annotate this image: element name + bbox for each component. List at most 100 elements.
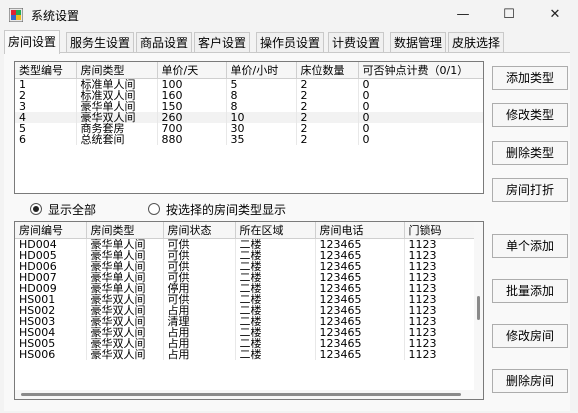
tab-data-management[interactable]: 数据管理: [390, 32, 447, 53]
table-cell: 二楼: [235, 261, 316, 272]
table-cell: 二楼: [235, 272, 316, 283]
table-cell: 0: [358, 112, 483, 123]
table-row[interactable]: HS001 豪华双人间 可供 二楼 123465 1123: [15, 294, 483, 305]
table-cell: 2: [296, 90, 359, 101]
tab-operator-settings[interactable]: 操作员设置: [256, 32, 325, 53]
table-cell: 二楼: [235, 283, 316, 294]
add-type-button[interactable]: 添加类型: [492, 66, 568, 90]
column-header[interactable]: 房间类型: [86, 222, 164, 239]
close-button[interactable]: ✕: [532, 0, 578, 30]
table-cell: 豪华单人间: [76, 101, 158, 112]
table-row[interactable]: HS003 豪华双人间 清理 二楼 123465 1123: [15, 316, 483, 327]
column-header[interactable]: 类型编号: [15, 62, 77, 79]
table-row[interactable]: HD009 豪华单人间 停用 二楼 123465 1123: [15, 283, 483, 294]
room-grid[interactable]: 房间编号 房间类型 房间状态 所在区域 房间电话 门锁码 HD004 豪华单人间可…: [14, 221, 484, 400]
table-row[interactable]: HD004 豪华单人间 可供 二楼 123465 1123: [15, 238, 483, 250]
table-cell: 豪华单人间: [86, 261, 164, 272]
column-header[interactable]: 房间状态: [163, 222, 236, 239]
table-row[interactable]: HS004 豪华双人间 占用 二楼 123465 1123: [15, 327, 483, 338]
table-cell: 123465: [315, 338, 405, 349]
table-row[interactable]: HS006 豪华双人间 占用 二楼 123465 1123: [15, 349, 483, 360]
edit-room-button[interactable]: 修改房间: [492, 324, 568, 348]
table-row[interactable]: 5 商务套房 700 30 2 0: [15, 123, 483, 134]
table-cell: 2: [296, 134, 359, 145]
table-cell: 豪华单人间: [86, 238, 164, 250]
table-cell: 清理: [163, 316, 236, 327]
table-cell: 4: [15, 112, 77, 123]
room-grid-vertical-scrollbar[interactable]: [474, 222, 483, 399]
table-cell: 1123: [404, 261, 483, 272]
table-cell: HS005: [15, 338, 87, 349]
title-bar: 系统设置 — ☐ ✕: [0, 0, 578, 30]
room-discount-button[interactable]: 房间打折: [492, 178, 568, 202]
room-type-grid[interactable]: 类型编号 房间类型 单价/天 单价/小时 床位数量 可否钟点计费（0/1） 1标…: [14, 61, 484, 194]
column-header[interactable]: 所在区域: [235, 222, 316, 239]
table-cell: HS003: [15, 316, 87, 327]
table-cell: 二楼: [235, 305, 316, 316]
table-cell: 123465: [315, 316, 405, 327]
tab-billing-settings[interactable]: 计费设置: [328, 32, 385, 53]
table-cell: 标准双人间: [76, 90, 158, 101]
table-cell: HD005: [15, 250, 87, 261]
column-header[interactable]: 单价/天: [157, 62, 227, 79]
table-row[interactable]: HS005 豪华双人间 占用 二楼 123465 1123: [15, 338, 483, 349]
table-cell: 2: [296, 123, 359, 134]
column-header[interactable]: 房间类型: [76, 62, 158, 79]
table-cell: 1123: [404, 283, 483, 294]
table-cell: 160: [157, 90, 227, 101]
table-cell: 35: [226, 134, 297, 145]
table-cell: 豪华双人间: [86, 338, 164, 349]
maximize-button[interactable]: ☐: [486, 0, 532, 30]
column-header[interactable]: 门锁码: [404, 222, 483, 239]
edit-type-button[interactable]: 修改类型: [492, 103, 568, 127]
column-header[interactable]: 房间电话: [315, 222, 405, 239]
table-cell: 二楼: [235, 238, 316, 250]
tab-room-settings[interactable]: 房间设置: [4, 30, 61, 54]
table-row[interactable]: HD006 豪华单人间 可供 二楼 123465 1123: [15, 261, 483, 272]
tab-staff-settings[interactable]: 服务生设置: [66, 32, 135, 53]
room-grid-horizontal-scrollbar[interactable]: [15, 390, 483, 399]
table-cell: 123465: [315, 305, 405, 316]
column-header[interactable]: 可否钟点计费（0/1）: [358, 62, 483, 79]
table-cell: 10: [226, 112, 297, 123]
tab-customer-settings[interactable]: 客户设置: [194, 32, 251, 53]
table-cell: 700: [157, 123, 227, 134]
table-cell: 二楼: [235, 316, 316, 327]
delete-type-button[interactable]: 删除类型: [492, 141, 568, 165]
show-by-type-radio[interactable]: 按选择的房间类型显示: [148, 201, 286, 218]
table-row[interactable]: 1 标准单人间 100 5 2 0: [15, 78, 483, 90]
column-header[interactable]: 床位数量: [296, 62, 359, 79]
add-batch-rooms-button[interactable]: 批量添加: [492, 279, 568, 303]
table-row[interactable]: 2 标准双人间 160 8 2 0: [15, 90, 483, 101]
table-cell: 总统套间: [76, 134, 158, 145]
table-cell: HD004: [15, 238, 87, 250]
column-header[interactable]: 房间编号: [15, 222, 87, 239]
delete-room-button[interactable]: 删除房间: [492, 369, 568, 393]
window-title: 系统设置: [31, 9, 80, 23]
tab-skin-selection[interactable]: 皮肤选择: [448, 32, 505, 53]
table-cell: 豪华双人间: [76, 112, 158, 123]
table-row[interactable]: 6 总统套间 880 35 2 0: [15, 134, 483, 145]
table-cell: 1123: [404, 305, 483, 316]
table-row[interactable]: 3 豪华单人间 150 8 2 0: [15, 101, 483, 112]
table-cell: HD009: [15, 283, 87, 294]
table-cell: 豪华单人间: [86, 250, 164, 261]
table-cell: 1123: [404, 316, 483, 327]
scrollbar-thumb[interactable]: [21, 393, 461, 396]
table-cell: 1123: [404, 250, 483, 261]
minimize-button[interactable]: —: [440, 0, 486, 30]
table-row[interactable]: HS002 豪华双人间 占用 二楼 123465 1123: [15, 305, 483, 316]
table-row[interactable]: HD007 豪华单人间 可供 二楼 123465 1123: [15, 272, 483, 283]
scrollbar-thumb[interactable]: [477, 296, 480, 320]
tab-goods-settings[interactable]: 商品设置: [136, 32, 193, 53]
table-cell: 可供: [163, 250, 236, 261]
table-cell: 可供: [163, 238, 236, 250]
show-all-radio[interactable]: 显示全部: [30, 201, 96, 218]
table-row[interactable]: HD005 豪华单人间 可供 二楼 123465 1123: [15, 250, 483, 261]
table-cell: 豪华单人间: [86, 272, 164, 283]
table-row[interactable]: 4 豪华双人间 260 10 2 0: [15, 112, 483, 123]
column-header[interactable]: 单价/小时: [226, 62, 297, 79]
add-single-room-button[interactable]: 单个添加: [492, 234, 568, 258]
app-icon: [9, 8, 23, 22]
table-cell: 100: [157, 78, 227, 90]
